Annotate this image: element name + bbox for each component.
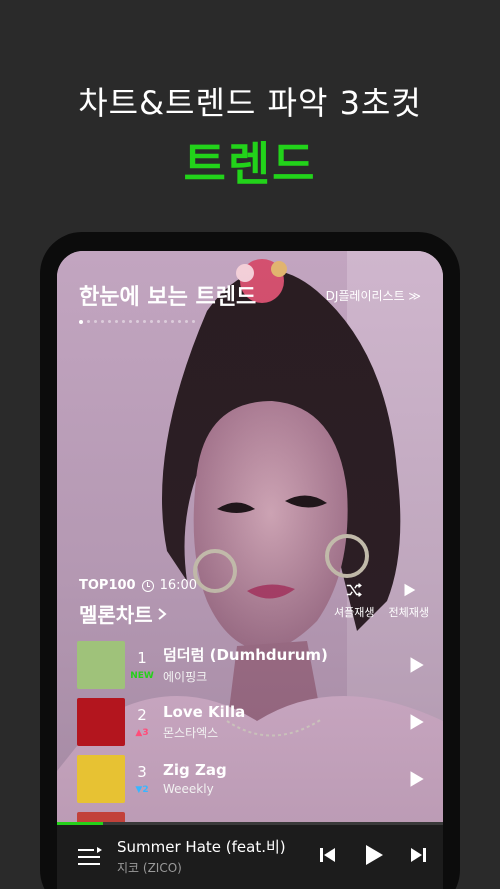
- page-dot[interactable]: [136, 320, 139, 323]
- promo-title: 트렌드: [183, 137, 317, 191]
- page-dot[interactable]: [115, 320, 118, 323]
- phone-screen: 한눈에 보는 트렌드 DJ플레이리스트 ≫ TOP100 16:00 멜론차트 …: [57, 251, 443, 889]
- row-play-icon[interactable]: [405, 711, 427, 733]
- page-indicator: [79, 319, 195, 324]
- page-dot[interactable]: [79, 319, 83, 324]
- previous-track-icon[interactable]: [317, 845, 337, 865]
- song-title: Love Killa: [163, 702, 246, 721]
- song-title: 덤더럼 (Dumhdurum): [163, 646, 328, 664]
- album-art[interactable]: [77, 640, 125, 689]
- mini-player: Summer Hate (feat.비) 지코 (ZICO): [57, 822, 443, 889]
- page-dot[interactable]: [192, 320, 195, 323]
- playlist-icon[interactable]: [78, 847, 102, 867]
- promo-subtitle: 차트&트렌드 파악 3초컷: [78, 84, 422, 122]
- shuffle-icon: [347, 583, 363, 597]
- song-info: Zig Zag Weeekly: [159, 761, 405, 796]
- trend-header-title: 한눈에 보는 트렌드: [79, 285, 257, 310]
- song-title: Zig Zag: [163, 761, 227, 779]
- song-artist: Weeekly: [163, 782, 214, 796]
- page-dot[interactable]: [101, 320, 104, 323]
- play-icon: [404, 583, 416, 597]
- rank-column: 2 ▲3: [125, 706, 159, 738]
- rank-column: 1 NEW: [125, 649, 159, 681]
- song-artist: 몬스타엑스: [163, 725, 219, 740]
- page-dot[interactable]: [108, 320, 111, 323]
- clock-icon: [141, 579, 154, 592]
- song-info: Love Killa 몬스타엑스: [159, 703, 405, 741]
- chevron-right-icon: [157, 607, 167, 620]
- song-info: 덤더럼 (Dumhdurum) 에이핑크: [159, 644, 405, 685]
- chart-row[interactable]: 1 NEW 덤더럼 (Dumhdurum) 에이핑크: [77, 636, 427, 693]
- rank-change: ▲3: [135, 727, 149, 738]
- now-playing-title[interactable]: Summer Hate (feat.비): [117, 836, 286, 857]
- page-dot[interactable]: [129, 320, 132, 323]
- playback-progress-fill: [57, 822, 104, 825]
- album-art[interactable]: [77, 697, 125, 746]
- song-artist: 에이핑크: [163, 670, 208, 684]
- play-all-button[interactable]: 전체재생: [389, 581, 429, 620]
- playback-progress[interactable]: [57, 822, 443, 825]
- chart-actions: 셔플재생 전체재생: [334, 581, 429, 620]
- rank-change: NEW: [130, 670, 154, 681]
- row-play-icon[interactable]: [405, 654, 427, 676]
- chart-time: 16:00: [159, 578, 198, 593]
- rank-number: 3: [137, 762, 147, 781]
- page-dot[interactable]: [150, 320, 153, 323]
- shuffle-button[interactable]: 셔플재생: [334, 581, 375, 620]
- page-dot[interactable]: [143, 320, 146, 323]
- page-dot[interactable]: [87, 320, 90, 323]
- page-dot[interactable]: [94, 320, 97, 323]
- chart-row[interactable]: 2 ▲3 Love Killa 몬스타엑스: [77, 693, 427, 750]
- page-dot[interactable]: [122, 320, 125, 323]
- page-dot[interactable]: [185, 320, 188, 323]
- chart-title: 멜론차트: [79, 603, 153, 627]
- page-dot[interactable]: [171, 320, 174, 323]
- chart-badge: TOP100: [79, 578, 136, 593]
- now-playing-artist: 지코 (ZICO): [117, 861, 182, 875]
- page-dot[interactable]: [164, 320, 167, 323]
- page-dot[interactable]: [178, 320, 181, 323]
- next-track-icon[interactable]: [409, 845, 429, 865]
- chart-meta: TOP100 16:00: [79, 578, 197, 593]
- shuffle-label: 셔플재생: [334, 606, 375, 619]
- rank-column: 3 ▼2: [125, 763, 159, 795]
- chart-row[interactable]: 3 ▼2 Zig Zag Weeekly: [77, 750, 427, 807]
- player-controls: [317, 843, 429, 867]
- rank-number: 2: [137, 705, 147, 724]
- dj-playlist-link[interactable]: DJ플레이리스트 ≫: [326, 287, 421, 304]
- chart-title-link[interactable]: 멜론차트: [79, 599, 167, 628]
- rank-change: ▼2: [135, 784, 149, 795]
- album-art[interactable]: [77, 754, 125, 803]
- rank-number: 1: [137, 648, 147, 667]
- play-pause-icon[interactable]: [361, 843, 385, 867]
- play-all-label: 전체재생: [388, 606, 429, 619]
- page-dot[interactable]: [157, 320, 160, 323]
- row-play-icon[interactable]: [405, 768, 427, 790]
